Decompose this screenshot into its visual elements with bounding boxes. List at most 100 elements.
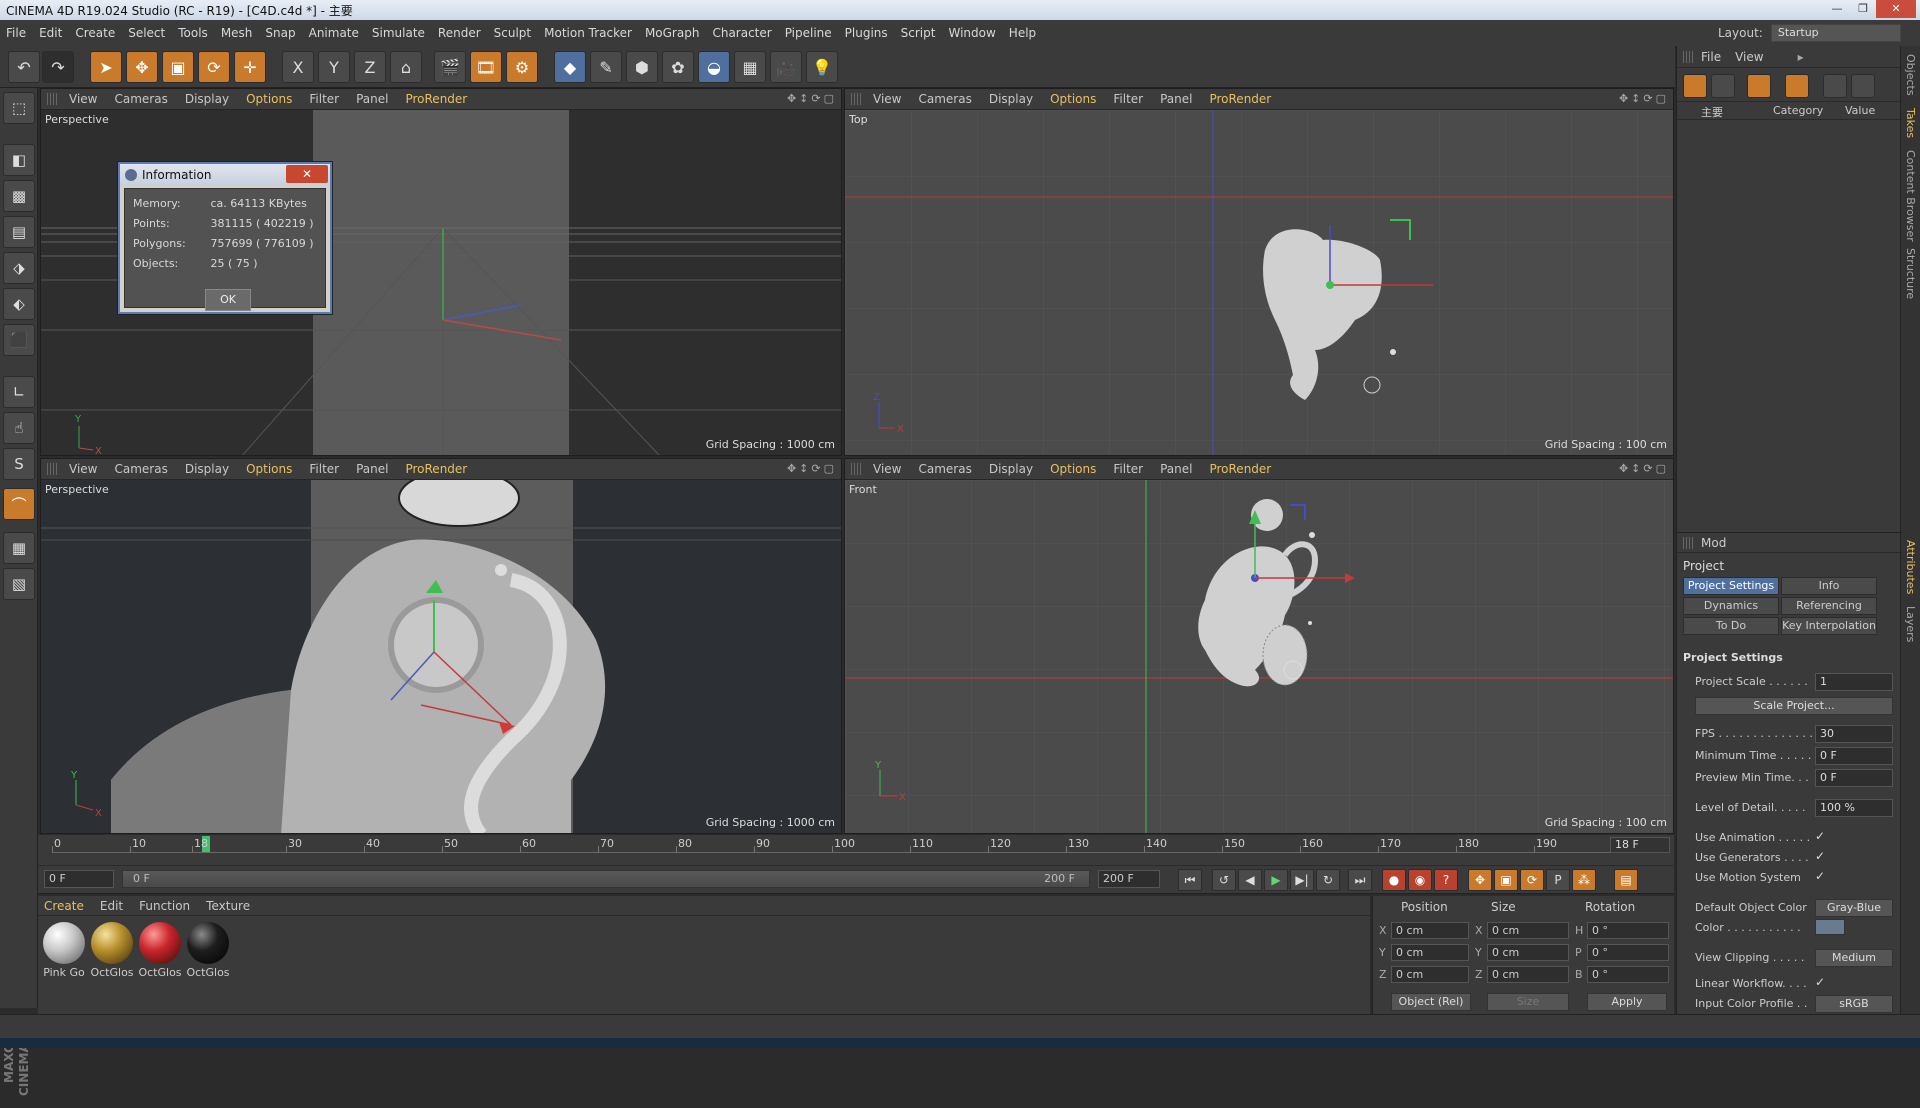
scale-tool-icon[interactable]: ▣ — [162, 51, 194, 83]
more-arrow-icon[interactable]: ▸ — [1798, 50, 1804, 64]
viewport-nav-icons[interactable]: ✥↕⟳▢ — [787, 92, 837, 105]
mat-menu-function[interactable]: Function — [139, 899, 190, 913]
vp-menu-options[interactable]: Options — [1050, 92, 1096, 106]
menu-script[interactable]: Script — [901, 26, 936, 40]
camera-icon[interactable]: 🎥 — [770, 51, 802, 83]
menu-tools[interactable]: Tools — [178, 26, 208, 40]
vp-menu-view[interactable]: View — [873, 92, 901, 106]
input-color-profile-dropdown[interactable]: sRGB — [1815, 995, 1893, 1013]
x-axis-lock-button[interactable]: X — [282, 51, 314, 83]
snap-icon[interactable]: ⌒ — [3, 488, 35, 520]
current-frame-field[interactable]: 18 F — [1610, 837, 1670, 853]
menu-mograph[interactable]: MoGraph — [645, 26, 700, 40]
mat-menu-edit[interactable]: Edit — [100, 899, 123, 913]
apply-button[interactable]: Apply — [1587, 993, 1667, 1011]
menu-edit[interactable]: Edit — [39, 26, 62, 40]
axis-mode-icon[interactable]: ∟ — [3, 376, 35, 408]
viewport-front[interactable]: View Cameras Display Options Filter Pane… — [844, 458, 1674, 834]
viewport-top[interactable]: View Cameras Display Options Filter Pane… — [844, 88, 1674, 456]
vp-menu-filter[interactable]: Filter — [1113, 92, 1143, 106]
vp-menu-options[interactable]: Options — [1050, 462, 1096, 476]
layout-dropdown[interactable]: Startup — [1770, 24, 1901, 42]
viewport-nav-icons[interactable]: ✥↕⟳▢ — [1619, 92, 1669, 105]
use-generators-checkbox[interactable]: ✓ — [1815, 849, 1825, 863]
timeline-ruler[interactable]: 0 10 18 30 40 50 60 70 80 90 100 110 120 130 140 150 160… — [52, 835, 1635, 853]
level-of-detail-field[interactable]: 100 % — [1815, 799, 1893, 817]
size-mode-dropdown[interactable]: Size — [1487, 993, 1569, 1011]
preview-min-time-field[interactable]: 0 F — [1815, 769, 1893, 787]
make-editable-icon[interactable]: ⬚ — [3, 92, 35, 124]
dialog-titlebar[interactable]: Information ✕ — [120, 164, 330, 186]
vp-menu-options[interactable]: Options — [246, 92, 292, 106]
render-picture-viewer-icon[interactable]: 🎞 — [470, 51, 502, 83]
tab-referencing[interactable]: Referencing — [1781, 597, 1877, 615]
mat-menu-create[interactable]: Create — [44, 899, 84, 913]
select-cursor-icon[interactable]: ➤ — [90, 51, 122, 83]
coordinate-mode-dropdown[interactable]: Object (Rel) — [1391, 993, 1471, 1011]
fps-field[interactable]: 30 — [1815, 725, 1893, 743]
vp-menu-display[interactable]: Display — [989, 92, 1033, 106]
start-frame-field[interactable]: 0 F — [44, 870, 114, 888]
vp-menu-filter[interactable]: Filter — [309, 92, 339, 106]
range-slider[interactable]: 0 F 200 F — [122, 870, 1090, 888]
material-swatch[interactable]: Pink Go — [42, 922, 86, 979]
panel-grip-icon[interactable] — [47, 463, 57, 475]
dialog-close-button[interactable]: ✕ — [286, 165, 328, 183]
panel-grip-icon[interactable] — [851, 463, 861, 475]
menu-create[interactable]: Create — [75, 26, 115, 40]
attr-mode-menu[interactable]: Mod — [1701, 536, 1726, 550]
workplane-icon[interactable]: ▤ — [3, 216, 35, 248]
tweak-mode-icon[interactable]: ☝ — [3, 412, 35, 444]
vp-menu-cameras[interactable]: Cameras — [114, 92, 167, 106]
key-pla-icon[interactable]: ⁂ — [1572, 869, 1596, 891]
vp-menu-panel[interactable]: Panel — [1160, 92, 1192, 106]
menu-select[interactable]: Select — [128, 26, 165, 40]
close-window-button[interactable]: ✕ — [1876, 0, 1916, 18]
floor-icon[interactable]: ▦ — [734, 51, 766, 83]
key-position-icon[interactable]: ✥ — [1468, 869, 1492, 891]
viewport-canvas[interactable]: Y X — [41, 480, 841, 833]
menu-motion-tracker[interactable]: Motion Tracker — [544, 26, 632, 40]
tab-objects[interactable]: Objects — [1904, 54, 1917, 96]
cube-primitive-icon[interactable]: ◆ — [554, 51, 586, 83]
size-x-field[interactable]: 0 cm — [1487, 922, 1569, 939]
pos-x-field[interactable]: 0 cm — [1391, 922, 1469, 939]
vp-menu-prorender[interactable]: ProRender — [1209, 462, 1271, 476]
vp-menu-cameras[interactable]: Cameras — [918, 462, 971, 476]
deformer-icon[interactable]: ◒ — [698, 51, 730, 83]
panel-grip-icon[interactable] — [1683, 536, 1693, 549]
key-rotation-icon[interactable]: ⟳ — [1520, 869, 1544, 891]
vp-menu-display[interactable]: Display — [185, 92, 229, 106]
take-tag-icon[interactable] — [1851, 74, 1875, 98]
menu-snap[interactable]: Snap — [265, 26, 295, 40]
polygons-mode-icon[interactable]: ⬛ — [3, 324, 35, 356]
minimum-time-field[interactable]: 0 F — [1815, 747, 1893, 765]
pos-y-field[interactable]: 0 cm — [1391, 944, 1469, 961]
move-tool-icon[interactable]: ✥ — [126, 51, 158, 83]
coordinate-system-icon[interactable]: ⌂ — [390, 51, 422, 83]
menu-pipeline[interactable]: Pipeline — [785, 26, 832, 40]
menu-window[interactable]: Window — [948, 26, 995, 40]
minimize-button[interactable]: — — [1824, 0, 1850, 18]
subdivision-icon[interactable]: ⬢ — [626, 51, 658, 83]
vp-menu-panel[interactable]: Panel — [1160, 462, 1192, 476]
keyframe-selection-icon[interactable]: ? — [1434, 869, 1458, 891]
pen-spline-icon[interactable]: ✎ — [590, 51, 622, 83]
vp-menu-display[interactable]: Display — [185, 462, 229, 476]
autokey-icon[interactable]: ◉ — [1408, 869, 1432, 891]
key-parameter-icon[interactable]: P — [1546, 869, 1570, 891]
tab-to-do[interactable]: To Do — [1683, 617, 1779, 635]
rot-p-field[interactable]: 0 ° — [1587, 944, 1669, 961]
panel-grip-icon[interactable] — [47, 93, 57, 105]
previous-frame-icon[interactable]: ◀ — [1238, 869, 1262, 891]
menu-mesh[interactable]: Mesh — [221, 26, 253, 40]
tab-takes[interactable]: Takes — [1904, 108, 1917, 138]
use-motion-system-checkbox[interactable]: ✓ — [1815, 869, 1825, 883]
size-y-field[interactable]: 0 cm — [1487, 944, 1569, 961]
om-menu-file[interactable]: File — [1701, 50, 1721, 64]
tab-dynamics[interactable]: Dynamics — [1683, 597, 1779, 615]
next-frame-icon[interactable]: ▶| — [1290, 869, 1314, 891]
end-frame-field[interactable]: 200 F — [1098, 870, 1160, 888]
go-to-end-icon[interactable]: ⏭ — [1348, 869, 1372, 891]
vp-menu-panel[interactable]: Panel — [356, 462, 388, 476]
